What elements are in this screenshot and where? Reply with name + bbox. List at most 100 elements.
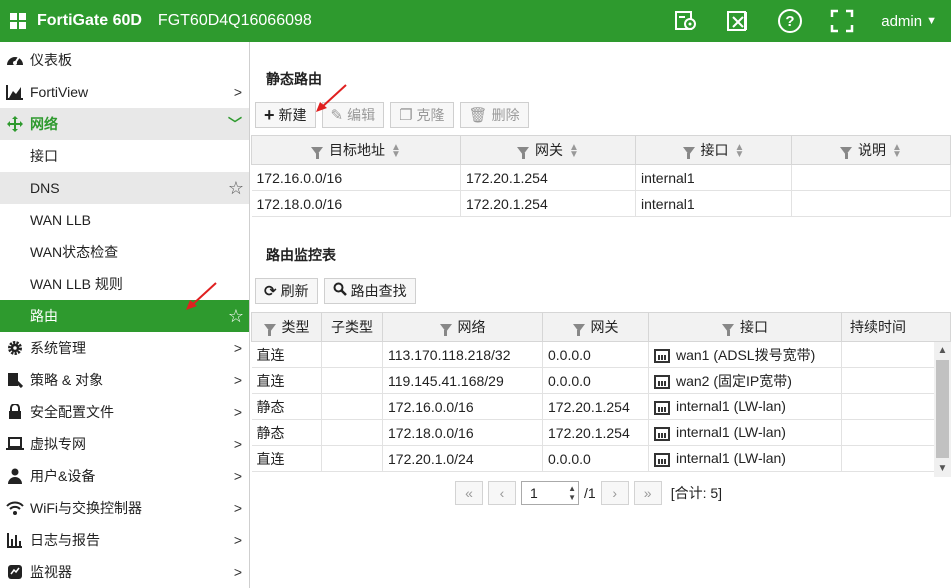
table-row[interactable]: 直连 172.20.1.0/24 0.0.0.0 internal1 (LW-l… xyxy=(251,445,951,472)
fullscreen-toggle-icon[interactable] xyxy=(725,8,751,34)
cell-interface: internal1 (LW-lan) xyxy=(648,445,842,472)
table-row[interactable]: 静态 172.18.0.0/16 172.20.1.254 internal1 … xyxy=(251,419,951,446)
cell-interface: internal1 xyxy=(635,190,792,217)
spinner-icon[interactable]: ▲ ▼ xyxy=(568,484,576,502)
sidebar-item-label: 策略 & 对象 xyxy=(30,372,104,388)
annotation-arrow-icon xyxy=(186,282,217,310)
filter-icon[interactable] xyxy=(722,324,734,337)
cell-interface: internal1 (LW-lan) xyxy=(648,393,842,420)
column-header-network[interactable]: 网络 xyxy=(382,312,543,342)
cell-gateway: 0.0.0.0 xyxy=(542,341,649,368)
column-header-interface[interactable]: 接口 ▲ ▼ xyxy=(635,135,792,165)
scroll-down-icon[interactable]: ▼ xyxy=(934,460,951,477)
column-label: 网关 xyxy=(535,142,564,158)
filter-icon[interactable] xyxy=(263,324,276,337)
delete-button[interactable]: 🗑 删除 xyxy=(459,102,529,128)
prev-page-button[interactable]: ‹ xyxy=(488,481,516,505)
sidebar-item-policy-objects[interactable]: 策略 & 对象 > xyxy=(0,364,249,396)
sidebar-item-wan-health-check[interactable]: WAN状态检查 xyxy=(0,236,249,268)
filter-icon[interactable] xyxy=(572,324,585,337)
sidebar-item-monitor[interactable]: 监视器 > xyxy=(0,556,249,588)
sort-icon[interactable]: ▲ ▼ xyxy=(391,143,401,160)
filter-icon[interactable] xyxy=(840,147,853,160)
chevron-right-icon: > xyxy=(233,404,242,420)
cell-network: 113.170.118.218/32 xyxy=(382,341,543,368)
cell-type: 直连 xyxy=(251,341,322,368)
filter-icon[interactable] xyxy=(439,324,452,337)
sidebar-item-dns[interactable]: DNS ☆ xyxy=(0,172,249,204)
expand-icon[interactable] xyxy=(829,8,855,34)
chevron-right-icon: > xyxy=(233,340,242,356)
next-page-button[interactable]: › xyxy=(600,481,629,505)
column-header-comment[interactable]: 说明 ▲ ▼ xyxy=(791,135,951,165)
user-menu[interactable]: admin ▼ xyxy=(881,13,937,30)
column-header-destination[interactable]: 目标地址 ▲ ▼ xyxy=(251,135,461,165)
scroll-thumb[interactable] xyxy=(936,360,949,458)
sidebar-item-system[interactable]: 系统管理 > xyxy=(0,332,249,364)
filter-icon[interactable] xyxy=(311,147,324,160)
ethernet-port-icon xyxy=(654,426,670,441)
sidebar-item-wifi-switch[interactable]: WiFi与交换控制器 > xyxy=(0,492,249,524)
new-button[interactable]: + 新建 xyxy=(255,102,316,128)
sort-icon[interactable]: ▲ ▼ xyxy=(892,143,902,160)
sidebar-item-log-report[interactable]: 日志与报告 > xyxy=(0,524,249,556)
sidebar-item-label: 监视器 xyxy=(30,564,72,580)
star-icon[interactable]: ☆ xyxy=(228,178,244,199)
top-bar: FortiGate 60D FGT60D4Q16066098 ? admin ▼ xyxy=(0,0,951,42)
sidebar-item-wan-llb[interactable]: WAN LLB xyxy=(0,204,249,236)
filter-icon[interactable] xyxy=(682,147,695,160)
table-row[interactable]: 直连 113.170.118.218/32 0.0.0.0 wan1 (ADSL… xyxy=(251,341,951,368)
filter-icon[interactable] xyxy=(517,147,530,160)
route-lookup-button[interactable]: 路由查找 xyxy=(323,278,416,304)
table-row[interactable]: 172.16.0.0/16 172.20.1.254 internal1 xyxy=(251,164,951,191)
route-table-scrollbar[interactable]: ▲ ▼ xyxy=(934,342,951,477)
column-header-type[interactable]: 类型 xyxy=(251,312,322,342)
cell-type: 直连 xyxy=(251,367,322,394)
column-header-interface[interactable]: 接口 xyxy=(648,312,842,342)
sidebar-item-network[interactable]: 网络 ﹀ xyxy=(0,108,249,140)
sidebar-item-fortiview[interactable]: FortiView > xyxy=(0,76,249,108)
column-label: 接口 xyxy=(700,142,729,158)
cell-network: 119.145.41.168/29 xyxy=(382,367,543,394)
pagination: « ‹ 1 ▲ ▼ /1 › » [合计: 5] xyxy=(455,481,722,505)
table-row[interactable]: 172.18.0.0/16 172.20.1.254 internal1 xyxy=(251,190,951,217)
column-header-gateway[interactable]: 网关 xyxy=(542,312,649,342)
column-header-gateway[interactable]: 网关 ▲ ▼ xyxy=(460,135,636,165)
scroll-up-icon[interactable]: ▲ xyxy=(934,342,951,359)
cli-console-icon[interactable] xyxy=(673,8,699,34)
page-input[interactable]: 1 ▲ ▼ xyxy=(521,481,579,505)
sidebar-item-label: WAN LLB 规则 xyxy=(30,276,123,292)
sidebar-item-label: WAN状态检查 xyxy=(30,244,119,260)
interface-label: internal1 (LW-lan) xyxy=(676,450,786,467)
cell-network: 172.18.0.0/16 xyxy=(382,419,543,446)
table-row[interactable]: 静态 172.16.0.0/16 172.20.1.254 internal1 … xyxy=(251,393,951,420)
clone-button[interactable]: ❐ 克隆 xyxy=(390,102,454,128)
sidebar-item-label: 系统管理 xyxy=(30,340,86,356)
refresh-button[interactable]: ⟳ 刷新 xyxy=(255,278,318,304)
last-page-button[interactable]: » xyxy=(633,481,662,505)
cell-type: 静态 xyxy=(251,419,322,446)
sidebar-item-label: WiFi与交换控制器 xyxy=(30,500,142,516)
help-icon[interactable]: ? xyxy=(777,8,803,34)
wifi-icon xyxy=(6,499,24,517)
first-page-button[interactable]: « xyxy=(455,481,483,505)
cell-gateway: 172.20.1.254 xyxy=(460,190,636,217)
plus-icon: + xyxy=(264,104,275,125)
sidebar-item-dashboard[interactable]: 仪表板 xyxy=(0,44,249,76)
table-row[interactable]: 直连 119.145.41.168/29 0.0.0.0 wan2 (固定IP宽… xyxy=(251,367,951,394)
refresh-icon: ⟳ xyxy=(264,283,277,300)
chevron-right-icon: > xyxy=(233,372,242,388)
policy-icon xyxy=(6,371,24,389)
sidebar-item-user-device[interactable]: 用户&设备 > xyxy=(0,460,249,492)
sidebar-item-label: 日志与报告 xyxy=(30,532,100,548)
sidebar-item-vpn[interactable]: 虚拟专网 > xyxy=(0,428,249,460)
ethernet-port-icon xyxy=(654,348,670,363)
column-header-uptime[interactable]: 持续时间 xyxy=(841,312,951,342)
column-header-subtype[interactable]: 子类型 xyxy=(321,312,383,342)
star-icon[interactable]: ☆ xyxy=(228,306,244,327)
sidebar-item-interfaces[interactable]: 接口 xyxy=(0,140,249,172)
sort-icon[interactable]: ▲ ▼ xyxy=(735,143,745,160)
sidebar-item-security-profiles[interactable]: 安全配置文件 > xyxy=(0,396,249,428)
sidebar-item-label: 用户&设备 xyxy=(30,468,96,484)
sort-icon[interactable]: ▲ ▼ xyxy=(569,143,579,160)
